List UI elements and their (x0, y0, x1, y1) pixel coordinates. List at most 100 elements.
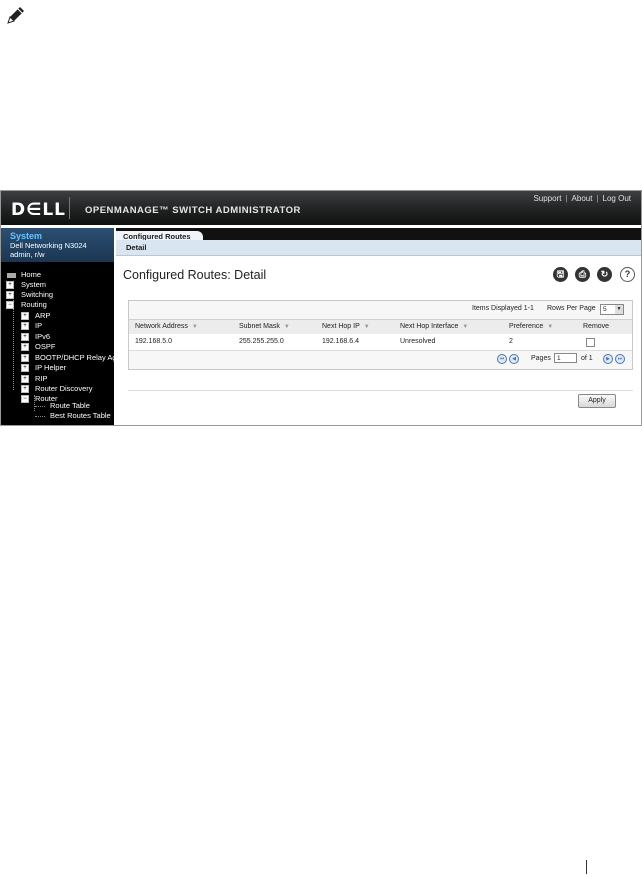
nav-item-ip-helper[interactable]: + IP Helper (21, 363, 66, 373)
dell-logo: D∈LL (11, 200, 67, 220)
top-banner: D∈LL OPENMANAGE™ SWITCH ADMINISTRATOR Su… (1, 191, 641, 225)
collapse-minus-icon[interactable]: − (6, 301, 14, 309)
apply-button[interactable]: Apply (578, 394, 616, 408)
column-header-subnet-mask[interactable]: Subnet Mask ▼ (239, 323, 290, 330)
system-info-box: System Dell Networking N3024 admin, r/w (1, 228, 114, 262)
column-header-network-address[interactable]: Network Address ▼ (135, 323, 198, 330)
nav-item-arp[interactable]: + ARP (21, 311, 50, 321)
nav-label: ARP (35, 311, 51, 320)
nav-label: Home (21, 270, 42, 279)
link-separator: | (565, 194, 568, 203)
first-page-icon[interactable]: ⏮ (497, 354, 507, 364)
sort-icon: ▼ (191, 324, 198, 330)
expand-plus-icon[interactable]: + (21, 312, 29, 320)
nav-item-rip[interactable]: + RIP (21, 374, 48, 384)
tree-guide-line (13, 300, 14, 390)
system-title[interactable]: System (10, 231, 42, 241)
about-link[interactable]: About (572, 194, 593, 203)
nav-item-ospf[interactable]: + OSPF (21, 342, 55, 352)
logout-link[interactable]: Log Out (603, 194, 631, 203)
cell-network-address: 192.168.5.0 (135, 338, 172, 345)
expand-plus-icon[interactable]: + (21, 333, 29, 341)
routes-table-panel: Items Displayed 1-1 Rows Per Page 5 ▼ Ne… (128, 300, 633, 370)
pages-label: Pages (531, 355, 551, 362)
table-header: Network Address ▼ Subnet Mask ▼ Next Hop I… (129, 319, 632, 335)
support-link[interactable]: Support (533, 194, 561, 203)
nav-item-route-table[interactable]: Route Table (50, 401, 90, 411)
nav-label: RIP (35, 374, 48, 383)
tree-connector (35, 406, 45, 407)
chevron-down-icon: ▼ (615, 305, 623, 314)
collapse-minus-icon[interactable]: − (21, 395, 29, 403)
rows-per-page-label: Rows Per Page (547, 305, 596, 312)
top-links: Support | About | Log Out (533, 194, 631, 203)
nav-item-switching[interactable]: + Switching (6, 290, 53, 300)
nav-label: BOOTP/DHCP Relay Agent (35, 353, 127, 362)
expand-plus-icon[interactable]: + (6, 281, 14, 289)
help-icon[interactable]: ? (620, 267, 635, 282)
nav-item-routing[interactable]: − Routing (6, 300, 47, 310)
save-icon[interactable]: 🖫 (553, 267, 568, 282)
items-displayed: Items Displayed 1-1 (472, 305, 534, 312)
nav-label: Switching (21, 290, 54, 299)
cell-next-hop-interface: Unresolved (400, 338, 436, 345)
link-separator: | (596, 194, 599, 203)
expand-plus-icon[interactable]: + (6, 291, 14, 299)
expand-plus-icon[interactable]: + (21, 322, 29, 330)
nav-label: IP Helper (35, 363, 67, 372)
next-page-icon[interactable]: ▶ (603, 354, 613, 364)
page-number-input[interactable]: 1 (554, 353, 577, 363)
sort-icon: ▼ (363, 324, 370, 330)
sort-icon: ▼ (462, 324, 469, 330)
subtab-detail[interactable]: Detail (126, 243, 146, 252)
nav-item-router-discovery[interactable]: + Router Discovery (21, 384, 93, 394)
page-total: of 1 (581, 355, 593, 362)
sort-icon: ▼ (283, 324, 290, 330)
column-header-next-hop-interface[interactable]: Next Hop Interface ▼ (400, 323, 468, 330)
page-footer-rule (586, 860, 587, 874)
expand-plus-icon[interactable]: + (21, 385, 29, 393)
rows-per-page-value: 5 (603, 306, 607, 313)
note-pencil-icon (5, 4, 27, 26)
tree-connector (35, 416, 45, 417)
nav-item-ipv6[interactable]: + IPv6 (21, 332, 50, 342)
nav-label: IPv6 (35, 332, 51, 341)
expand-plus-icon[interactable]: + (21, 364, 29, 372)
remove-checkbox[interactable] (586, 338, 595, 347)
column-header-preference[interactable]: Preference ▼ (509, 323, 553, 330)
banner-divider (69, 197, 70, 219)
nav-label: Routing (21, 300, 47, 309)
nav-item-bootp-dhcp-relay[interactable]: + BOOTP/DHCP Relay Agent (21, 353, 127, 363)
expand-plus-icon[interactable]: + (21, 343, 29, 351)
rows-per-page-select[interactable]: 5 ▼ (600, 304, 624, 315)
expand-plus-icon[interactable]: + (21, 354, 29, 362)
refresh-icon[interactable]: ↻ (597, 267, 612, 282)
column-header-remove: Remove (583, 323, 610, 330)
nav-item-best-routes-table[interactable]: Best Routes Table (50, 411, 111, 421)
previous-page-icon[interactable]: ◀ (509, 354, 519, 364)
sort-icon: ▼ (547, 324, 554, 330)
column-header-next-hop-ip[interactable]: Next Hop IP ▼ (322, 323, 370, 330)
expand-plus-icon[interactable]: + (21, 375, 29, 383)
print-icon[interactable]: ⎙ (575, 267, 590, 282)
cell-preference: 2 (509, 338, 513, 345)
nav-label: System (21, 280, 47, 289)
cell-subnet-mask: 255.255.255.0 (239, 338, 284, 345)
nav-item-home[interactable]: Home (7, 270, 41, 280)
system-model: Dell Networking N3024 (10, 241, 87, 250)
table-row: 192.168.5.0 255.255.255.0 192.168.6.4 Un… (129, 334, 632, 351)
nav-item-system[interactable]: + System (6, 280, 46, 290)
cell-next-hop-ip: 192.168.6.4 (322, 338, 359, 345)
nav-label: Router Discovery (35, 384, 93, 393)
nav-label: IP (35, 321, 43, 330)
divider (128, 390, 633, 391)
page-title: Configured Routes: Detail (123, 268, 267, 282)
nav-item-ip[interactable]: + IP (21, 321, 42, 331)
last-page-icon[interactable]: ⏭ (615, 354, 625, 364)
sub-navigation: Detail (116, 240, 641, 256)
content-area: Configured Routes Detail Configured Rout… (116, 228, 641, 425)
product-name: OPENMANAGE™ SWITCH ADMINISTRATOR (85, 205, 301, 216)
home-icon (7, 273, 16, 278)
left-navigation: System Dell Networking N3024 admin, r/w … (1, 228, 127, 425)
pagination: ⏮ ◀ Pages 1 of 1 ▶ ⏭ (129, 351, 632, 367)
